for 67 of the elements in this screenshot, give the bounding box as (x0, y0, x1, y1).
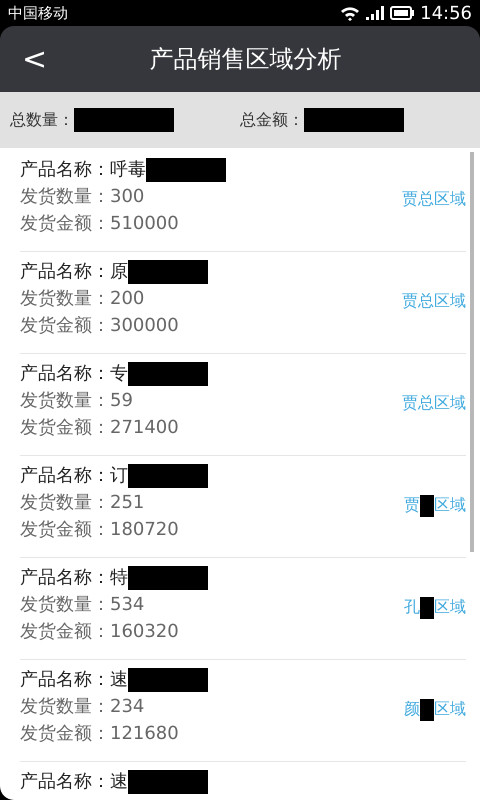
scrollbar[interactable] (470, 152, 474, 552)
amount-value: 121680 (110, 722, 179, 746)
product-item[interactable]: 产品名称：呼毒 发货数量：300 发货金额：510000 贾总区域 (20, 150, 466, 252)
product-item[interactable]: 产品名称：速 (20, 762, 466, 800)
product-name: 呼毒 (110, 158, 146, 182)
summary-label: 总数量： (10, 110, 74, 130)
battery-icon (390, 6, 414, 20)
amount-label: 发货金额： (20, 314, 110, 338)
product-name-label: 产品名称： (20, 260, 110, 284)
region-link[interactable]: 贾 (404, 495, 420, 516)
product-item[interactable]: 产品名称：专 发货数量：59 发货金额：271400 贾总区域 (20, 354, 466, 456)
quantity-value: 300 (110, 185, 144, 209)
product-name-label: 产品名称： (20, 668, 110, 692)
amount-label: 发货金额： (20, 620, 110, 644)
product-item[interactable]: 产品名称：订 发货数量：251 发货金额：180720 贾 区域 (20, 456, 466, 558)
quantity-value: 59 (110, 389, 133, 413)
product-name: 特 (110, 566, 128, 590)
quantity-label: 发货数量： (20, 695, 110, 719)
region-link[interactable]: 区域 (434, 597, 466, 618)
summary-label: 总金额： (240, 110, 304, 130)
quantity-label: 发货数量： (20, 287, 110, 311)
product-name: 原 (110, 260, 128, 284)
product-name: 专 (110, 362, 128, 386)
product-name-label: 产品名称： (20, 566, 110, 590)
amount-value: 160320 (110, 620, 179, 644)
quantity-value: 251 (110, 491, 144, 515)
product-item[interactable]: 产品名称：原 发货数量：200 发货金额：300000 贾总区域 (20, 252, 466, 354)
region-link[interactable]: 贾总区域 (402, 291, 466, 312)
product-name: 速 (110, 668, 128, 692)
quantity-value: 234 (110, 695, 144, 719)
amount-value: 300000 (110, 314, 179, 338)
region-link[interactable]: 颜 (404, 699, 420, 720)
product-name: 订 (110, 464, 128, 488)
amount-label: 发货金额： (20, 212, 110, 236)
region-link[interactable]: 区域 (434, 495, 466, 516)
amount-value: 180720 (110, 518, 179, 542)
product-name-label: 产品名称： (20, 464, 110, 488)
product-item[interactable]: 产品名称：特 发货数量：534 发货金额：160320 孔 区域 (20, 558, 466, 660)
page-title: 产品销售区域分析 (150, 44, 343, 75)
product-name-label: 产品名称： (20, 770, 110, 794)
redaction-mark (420, 596, 434, 618)
amount-value: 271400 (110, 416, 179, 440)
quantity-label: 发货数量： (20, 593, 110, 617)
redaction-mark (420, 494, 434, 516)
amount-value: 510000 (110, 212, 179, 236)
amount-label: 发货金额： (20, 416, 110, 440)
signal-icon (366, 6, 384, 20)
quantity-value: 200 (110, 287, 144, 311)
product-item[interactable]: 产品名称：速 发货数量：234 发货金额：121680 颜 区域 (20, 660, 466, 762)
product-name: 速 (110, 770, 128, 794)
region-link[interactable]: 贾总区域 (402, 393, 466, 414)
region-link[interactable]: 孔 (404, 597, 420, 618)
back-button[interactable]: < (8, 42, 62, 76)
amount-label: 发货金额： (20, 518, 110, 542)
amount-label: 发货金额： (20, 722, 110, 746)
quantity-value: 534 (110, 593, 144, 617)
wifi-icon (340, 5, 360, 21)
quantity-label: 发货数量： (20, 185, 110, 209)
quantity-label: 发货数量： (20, 389, 110, 413)
region-link[interactable]: 区域 (434, 699, 466, 720)
clock-time: 14:56 (420, 2, 472, 24)
product-name-label: 产品名称： (20, 158, 110, 182)
redaction-mark (420, 698, 434, 720)
product-name-label: 产品名称： (20, 362, 110, 386)
quantity-label: 发货数量： (20, 491, 110, 515)
carrier-name: 中国移动 (8, 4, 68, 22)
region-link[interactable]: 贾总区域 (402, 189, 466, 210)
